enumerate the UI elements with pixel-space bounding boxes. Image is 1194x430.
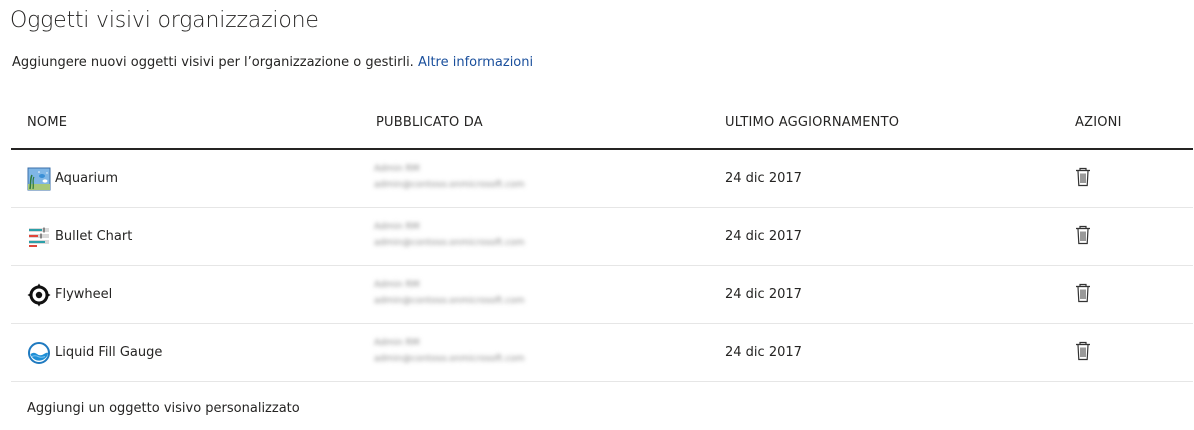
org-visuals-table: NOME PUBBLICATO DA ULTIMO AGGIORNAMENTO … <box>11 96 1193 382</box>
visual-name: Bullet Chart <box>55 229 133 244</box>
publisher-name: Admin RM <box>374 280 420 290</box>
publisher-email: admin@contoso.onmicrosoft.com <box>374 238 525 248</box>
table-row[interactable]: Bullet Chart Admin RM admin@contoso.onmi… <box>11 208 1193 266</box>
published-by-cell: Admin RM admin@contoso.onmicrosoft.com <box>374 161 654 201</box>
trash-icon[interactable] <box>1074 341 1092 361</box>
publisher-name: Admin RM <box>374 338 420 348</box>
visual-name-cell: Aquarium <box>27 150 118 207</box>
publisher-name: Admin RM <box>374 164 420 174</box>
published-by-cell: Admin RM admin@contoso.onmicrosoft.com <box>374 277 654 317</box>
visual-name: Liquid Fill Gauge <box>55 345 163 360</box>
publisher-email: admin@contoso.onmicrosoft.com <box>374 354 525 364</box>
table-row[interactable]: Aquarium Admin RM admin@contoso.onmicros… <box>11 150 1193 208</box>
last-updated-cell: 24 dic 2017 <box>725 229 802 244</box>
visual-name: Flywheel <box>55 287 113 302</box>
visual-name-cell: Flywheel <box>27 266 112 323</box>
bullet-chart-icon <box>29 227 49 247</box>
learn-more-link[interactable]: Altre informazioni <box>418 55 533 70</box>
published-by-cell: Admin RM admin@contoso.onmicrosoft.com <box>374 335 654 375</box>
column-header-actions: AZIONI <box>1075 115 1122 130</box>
aquarium-icon <box>27 167 51 190</box>
table-row[interactable]: Liquid Fill Gauge Admin RM admin@contoso… <box>11 324 1193 382</box>
column-header-last-updated[interactable]: ULTIMO AGGIORNAMENTO <box>725 115 899 130</box>
last-updated-cell: 24 dic 2017 <box>725 287 802 302</box>
trash-icon[interactable] <box>1074 225 1092 245</box>
publisher-email: admin@contoso.onmicrosoft.com <box>374 180 525 190</box>
page-description: Aggiungere nuovi oggetti visivi per l’or… <box>12 55 533 70</box>
add-custom-visual-link[interactable]: Aggiungi un oggetto visivo personalizzat… <box>27 401 300 416</box>
last-updated-cell: 24 dic 2017 <box>725 171 802 186</box>
visual-name: Aquarium <box>55 171 118 186</box>
trash-icon[interactable] <box>1074 167 1092 187</box>
table-header: NOME PUBBLICATO DA ULTIMO AGGIORNAMENTO … <box>11 96 1193 150</box>
column-header-name[interactable]: NOME <box>27 115 67 130</box>
visual-name-cell: Liquid Fill Gauge <box>27 324 162 381</box>
last-updated-cell: 24 dic 2017 <box>725 345 802 360</box>
visual-name-cell: Bullet Chart <box>27 208 132 265</box>
publisher-name: Admin RM <box>374 222 420 232</box>
trash-icon[interactable] <box>1074 283 1092 303</box>
liquid-fill-gauge-icon <box>28 341 50 364</box>
publisher-email: admin@contoso.onmicrosoft.com <box>374 296 525 306</box>
description-text: Aggiungere nuovi oggetti visivi per l’or… <box>12 55 418 70</box>
flywheel-icon <box>27 283 51 306</box>
column-header-published-by[interactable]: PUBBLICATO DA <box>376 115 483 130</box>
published-by-cell: Admin RM admin@contoso.onmicrosoft.com <box>374 219 654 259</box>
table-row[interactable]: Flywheel Admin RM admin@contoso.onmicros… <box>11 266 1193 324</box>
page-title: Oggetti visivi organizzazione <box>10 8 319 33</box>
